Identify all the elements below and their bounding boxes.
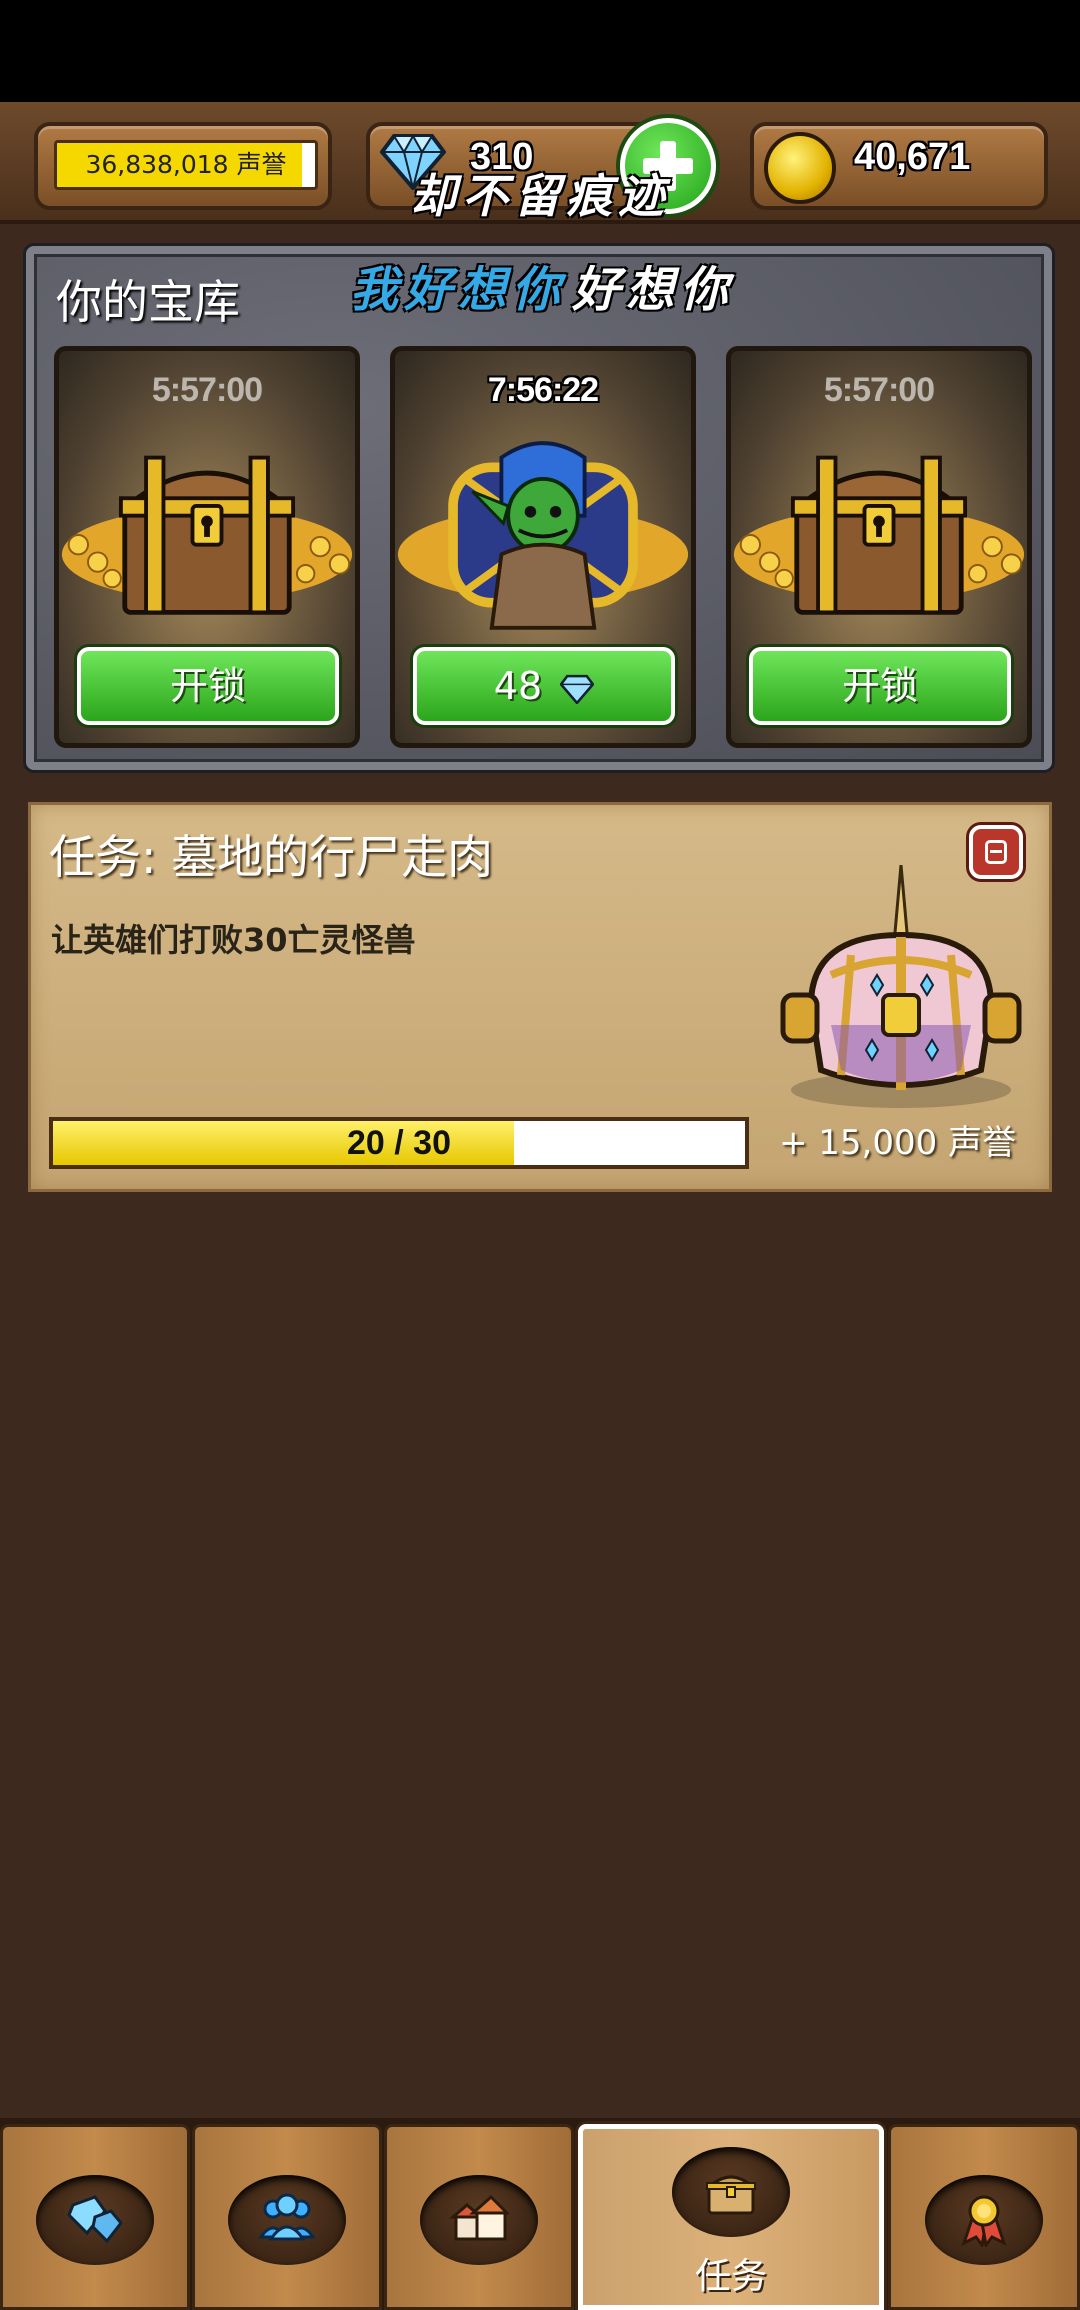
overlay-caption-line2-blue: 我好想你 xyxy=(350,262,567,318)
medal-icon xyxy=(961,2195,1007,2247)
goblin-chest-icon xyxy=(397,441,689,630)
vault-panel: 你的宝库 5:57:00 开锁 7:56:22 48 5:57:00 开锁 xyxy=(26,246,1052,770)
unlock-button[interactable]: 开锁 xyxy=(77,647,339,725)
quest-description: 让英雄们打败30亡灵怪兽 xyxy=(51,921,416,959)
nav-tab-achievements[interactable] xyxy=(888,2124,1080,2310)
status-bar xyxy=(0,0,1080,102)
chest-slot-2[interactable]: 7:56:22 48 xyxy=(390,346,696,748)
quest-title: 任务: 墓地的行尸走肉 xyxy=(49,830,494,884)
chest-slot-1[interactable]: 5:57:00 开锁 xyxy=(54,346,360,748)
gems-icon xyxy=(67,2195,123,2244)
close-icon xyxy=(985,840,1007,864)
town-icon xyxy=(449,2194,509,2241)
wooden-chest-icon xyxy=(61,455,353,615)
gold-coin-icon xyxy=(764,132,836,204)
gold-count: 40,671 xyxy=(854,136,971,178)
overlay-caption-line2-white: 好想你 xyxy=(572,262,735,318)
diamond-icon xyxy=(560,674,595,704)
honor-counter: 36,838,018 声誉 xyxy=(34,122,332,210)
quest-progress-bar: 20 / 30 xyxy=(49,1117,749,1169)
quest-panel[interactable]: 任务: 墓地的行尸走肉 让英雄们打败30亡灵怪兽 + 15,000 声誉 20 … xyxy=(28,802,1052,1192)
unlock-with-gems-button[interactable]: 48 xyxy=(413,647,675,725)
chest-timer: 5:57:00 xyxy=(823,371,935,409)
bottom-nav: 任务 xyxy=(0,2118,1080,2310)
nav-tab-quests-label: 任务 xyxy=(694,2256,767,2297)
heroes-icon xyxy=(258,2193,316,2241)
unicorn-chest-icon xyxy=(780,865,1022,1108)
nav-tab-quests[interactable]: 任务 xyxy=(578,2124,884,2310)
honor-progress-bar: 36,838,018 声誉 xyxy=(54,140,318,190)
nav-tab-heroes[interactable] xyxy=(192,2124,382,2310)
chest-timer: 5:57:00 xyxy=(151,371,263,409)
vault-title: 你的宝库 xyxy=(56,275,240,329)
chest-icon xyxy=(705,2175,757,2215)
unlock-button[interactable]: 开锁 xyxy=(749,647,1011,725)
overlay-caption-line1: 却不留痕迹 xyxy=(410,169,670,223)
chest-timer: 7:56:22 xyxy=(487,371,599,409)
wooden-chest-icon xyxy=(733,455,1025,615)
quest-reward: + 15,000 声誉 xyxy=(779,1123,1017,1163)
chest-slot-3[interactable]: 5:57:00 开锁 xyxy=(726,346,1032,748)
quest-progress-text: 20 / 30 xyxy=(347,1124,451,1162)
honor-amount: 36,838,018 声誉 xyxy=(85,150,287,179)
nav-tab-gems[interactable] xyxy=(0,2124,190,2310)
gold-counter: 40,671 xyxy=(750,122,1048,210)
nav-tab-town[interactable] xyxy=(384,2124,574,2310)
